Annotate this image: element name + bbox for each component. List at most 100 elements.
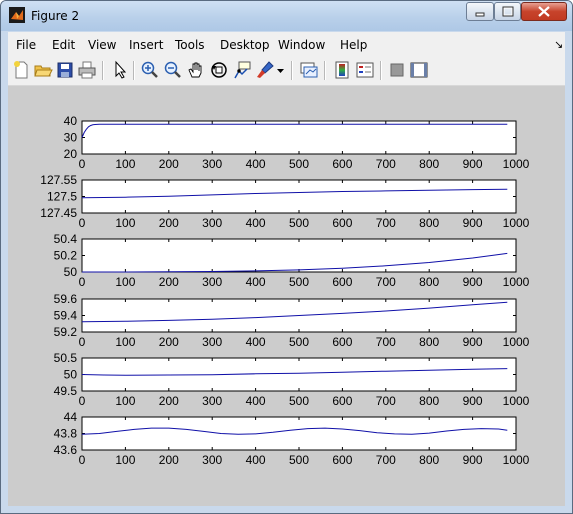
x-tick-label: 300 [202, 157, 222, 171]
menu-view[interactable]: View [88, 38, 116, 52]
close-button[interactable] [521, 2, 567, 21]
x-tick-label: 800 [419, 275, 439, 289]
x-tick-label: 100 [115, 453, 135, 467]
y-tick-label: 30 [64, 131, 78, 145]
x-tick-label: 600 [332, 275, 352, 289]
x-tick-label: 900 [463, 394, 483, 408]
x-tick-label: 500 [289, 157, 309, 171]
y-tick-label: 59.6 [54, 292, 78, 306]
menu-edit[interactable]: Edit [52, 38, 75, 52]
x-tick-label: 800 [419, 216, 439, 230]
x-tick-label: 300 [202, 335, 222, 349]
link-plot-icon[interactable] [299, 60, 319, 80]
y-tick-label: 49.5 [54, 384, 78, 398]
y-tick-label: 50 [64, 368, 78, 382]
y-tick-label: 59.4 [54, 309, 78, 323]
x-tick-label: 200 [159, 275, 179, 289]
y-tick-label: 59.2 [54, 325, 78, 339]
zoom-out-icon[interactable] [163, 60, 183, 80]
x-tick-label: 600 [332, 394, 352, 408]
y-tick-label: 40 [64, 114, 78, 128]
new-figure-icon[interactable] [11, 60, 31, 80]
x-tick-label: 900 [463, 453, 483, 467]
restore-icon [502, 6, 514, 17]
toolbar-separator [324, 61, 326, 80]
menu-file[interactable]: File [16, 38, 36, 52]
data-cursor-icon[interactable] [232, 60, 252, 80]
minimize-button[interactable] [466, 2, 494, 21]
title-bar[interactable]: Figure 2 [1, 1, 572, 31]
x-tick-label: 600 [332, 335, 352, 349]
pan-hand-icon[interactable] [186, 60, 206, 80]
subplot-1-axes [81, 120, 517, 155]
x-tick-label: 500 [289, 394, 309, 408]
x-tick-label: 0 [79, 453, 86, 467]
pointer-icon[interactable] [110, 60, 130, 80]
menu-insert[interactable]: Insert [129, 38, 163, 52]
menu-desktop[interactable]: Desktop [220, 38, 270, 52]
x-tick-label: 900 [463, 335, 483, 349]
print-icon[interactable] [77, 60, 97, 80]
menu-tools[interactable]: Tools [175, 38, 205, 52]
x-tick-label: 300 [202, 216, 222, 230]
y-tick-label: 50 [64, 265, 78, 279]
figure-canvas[interactable]: 0 100 200 300 400 500 600 700 800 900 1000 40 30 20 0 1… [8, 86, 565, 506]
x-tick-label: 900 [463, 157, 483, 171]
x-tick-label: 100 [115, 335, 135, 349]
x-tick-label: 400 [246, 453, 266, 467]
x-tick-label: 700 [376, 216, 396, 230]
x-tick-label: 100 [115, 275, 135, 289]
x-tick-label: 100 [115, 216, 135, 230]
x-tick-label: 400 [246, 335, 266, 349]
minimize-icon [475, 12, 485, 17]
x-tick-label: 200 [159, 157, 179, 171]
rotate-3d-icon[interactable] [209, 60, 229, 80]
brush-dropdown-icon[interactable] [276, 60, 285, 80]
x-tick-label: 100 [115, 394, 135, 408]
x-tick-label: 700 [376, 453, 396, 467]
x-tick-label: 400 [246, 275, 266, 289]
x-tick-label: 800 [419, 335, 439, 349]
x-tick-label: 500 [289, 275, 309, 289]
x-tick-label: 600 [332, 157, 352, 171]
x-tick-label: 800 [419, 394, 439, 408]
x-tick-label: 0 [79, 394, 86, 408]
subplots-canvas: 0 100 200 300 400 500 600 700 800 900 10004030200 1… [40, 114, 530, 467]
hide-plot-tools-icon[interactable] [387, 60, 407, 80]
x-tick-label: 900 [463, 275, 483, 289]
brush-icon[interactable] [255, 60, 275, 80]
figure-toolbar [8, 56, 565, 86]
x-tick-label: 600 [332, 453, 352, 467]
x-tick-label: 1000 [503, 335, 530, 349]
show-plot-tools-icon[interactable] [409, 60, 429, 80]
open-file-icon[interactable] [33, 60, 53, 80]
x-tick-label: 400 [246, 394, 266, 408]
toolbar-separator [102, 61, 104, 80]
toolbar-separator [291, 61, 293, 80]
x-tick-label: 0 [79, 157, 86, 171]
menu-window[interactable]: Window [278, 38, 325, 52]
menu-help[interactable]: Help [340, 38, 367, 52]
x-tick-label: 700 [376, 335, 396, 349]
x-tick-label: 800 [419, 453, 439, 467]
y-tick-label: 127.45 [40, 206, 77, 220]
x-tick-label: 500 [289, 335, 309, 349]
x-tick-label: 300 [202, 453, 222, 467]
y-tick-label: 43.6 [54, 443, 78, 457]
zoom-in-icon[interactable] [140, 60, 160, 80]
x-tick-label: 1000 [503, 216, 530, 230]
x-tick-label: 300 [202, 275, 222, 289]
y-tick-label: 127.5 [47, 190, 77, 204]
x-tick-label: 200 [159, 453, 179, 467]
x-tick-label: 100 [115, 157, 135, 171]
save-icon[interactable] [55, 60, 75, 80]
legend-icon[interactable] [355, 60, 375, 80]
colorbar-icon[interactable] [332, 60, 352, 80]
x-tick-label: 400 [246, 157, 266, 171]
x-tick-label: 0 [79, 335, 86, 349]
x-tick-label: 600 [332, 216, 352, 230]
undock-arrow-icon[interactable]: ↘ [554, 38, 563, 51]
x-tick-label: 500 [289, 216, 309, 230]
x-tick-label: 1000 [503, 394, 530, 408]
maximize-button[interactable] [494, 2, 521, 21]
